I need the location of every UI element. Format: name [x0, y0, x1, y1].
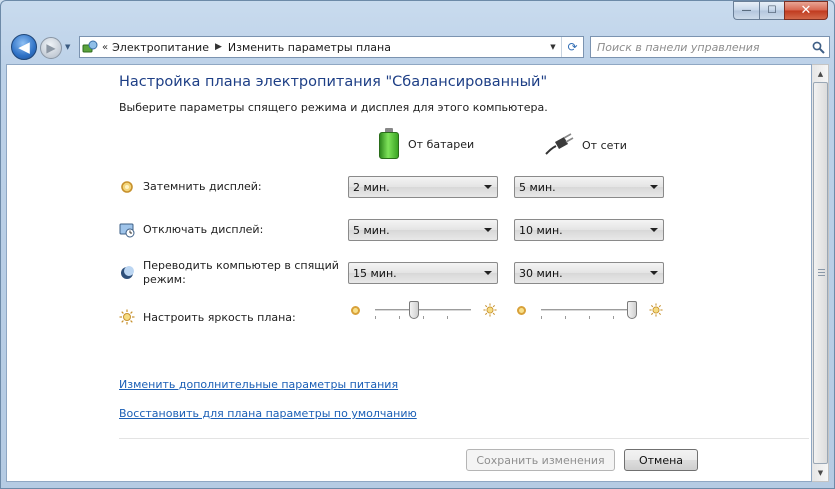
slider-track — [541, 309, 637, 312]
breadcrumb-edit-plan[interactable]: Изменить параметры плана — [228, 41, 391, 54]
battery-column-header: От батареи — [378, 128, 474, 160]
brightness-sun-icon — [119, 309, 135, 325]
scroll-down-icon[interactable]: ▼ — [813, 464, 828, 481]
footer-divider — [119, 438, 809, 439]
turn-off-display-plugged-select[interactable]: 10 мин. — [514, 219, 664, 241]
chevron-down-icon — [650, 271, 658, 275]
control-panel-icon — [80, 37, 100, 57]
plugged-column-header: От сети — [544, 132, 627, 159]
sleep-plugged-select[interactable]: 30 мин. — [514, 262, 664, 284]
scrollbar-grip — [818, 269, 825, 278]
caption-buttons: — ☐ ✕ — [733, 1, 828, 20]
chevron-down-icon — [484, 228, 492, 232]
brightness-high-icon — [483, 303, 497, 317]
sleep-label-line1: Переводить компьютер в спящий — [143, 259, 339, 272]
search-box[interactable]: Поиск в панели управления — [590, 36, 830, 58]
dim-display-battery-select[interactable]: 2 мин. — [348, 176, 498, 198]
brightness-high-icon — [649, 303, 663, 317]
restore-defaults-link[interactable]: Восстановить для плана параметры по умол… — [119, 407, 417, 420]
scroll-up-icon[interactable]: ▲ — [813, 65, 828, 82]
sleep-plugged-value: 30 мин. — [519, 266, 563, 280]
close-button[interactable]: ✕ — [784, 1, 828, 20]
battery-column-label: От батареи — [408, 137, 475, 151]
brightness-plugged-slider[interactable] — [541, 301, 637, 321]
minimize-button[interactable]: — — [733, 1, 759, 20]
brightness-plugged-thumb[interactable] — [627, 301, 637, 319]
sleep-battery-select[interactable]: 15 мин. — [348, 262, 498, 284]
scrollbar-thumb[interactable] — [813, 82, 828, 464]
turn-off-display-plugged-value: 10 мин. — [519, 223, 563, 237]
dim-display-icon — [119, 179, 135, 195]
brightness-battery-slider[interactable] — [375, 301, 471, 321]
chevron-down-icon — [484, 271, 492, 275]
search-icon[interactable] — [807, 41, 829, 54]
dim-display-label: Затемнить дисплей: — [143, 180, 262, 193]
brightness-battery-thumb[interactable] — [409, 301, 419, 319]
breadcrumb-separator-icon[interactable]: ▶ — [215, 42, 222, 52]
save-changes-button[interactable]: Сохранить изменения — [466, 449, 615, 471]
dim-display-plugged-select[interactable]: 5 мин. — [514, 176, 664, 198]
turn-off-display-icon — [119, 222, 135, 238]
address-dropdown-icon[interactable]: ▼ — [545, 37, 561, 57]
sleep-label-line2: режим: — [143, 273, 186, 286]
forward-button[interactable]: ▶ — [40, 37, 62, 59]
cancel-button[interactable]: Отмена — [624, 449, 698, 471]
sleep-label: Переводить компьютер в спящий режим: — [143, 259, 339, 287]
recent-pages-dropdown[interactable]: ▼ — [65, 43, 70, 51]
advanced-settings-link[interactable]: Изменить дополнительные параметры питани… — [119, 378, 398, 391]
page-title: Настройка плана электропитания "Сбаланси… — [119, 74, 548, 90]
chevron-down-icon — [650, 228, 658, 232]
refresh-icon[interactable]: ⟳ — [561, 37, 583, 57]
search-input[interactable]: Поиск в панели управления — [591, 41, 807, 54]
sleep-battery-value: 15 мин. — [353, 266, 397, 280]
dim-display-plugged-value: 5 мин. — [519, 180, 556, 194]
brightness-low-icon — [517, 306, 526, 315]
slider-ticks — [541, 316, 637, 319]
chevron-down-icon — [484, 185, 492, 189]
turn-off-display-battery-value: 5 мин. — [353, 223, 390, 237]
dim-display-battery-value: 2 мин. — [353, 180, 390, 194]
navigation-bar: ◀ ▶ ▼ « Электропитание ▶ Изменить параме… — [7, 31, 830, 65]
slider-track — [375, 309, 471, 312]
breadcrumb-overflow-icon[interactable]: « — [102, 42, 108, 53]
sleep-moon-icon — [119, 265, 135, 281]
slider-ticks — [375, 316, 471, 319]
breadcrumb-power-options[interactable]: Электропитание — [112, 41, 209, 54]
back-arrow-icon: ◀ — [18, 38, 30, 56]
chevron-down-icon — [650, 185, 658, 189]
turn-off-display-battery-select[interactable]: 5 мин. — [348, 219, 498, 241]
turn-off-display-label: Отключать дисплей: — [143, 223, 264, 236]
back-button[interactable]: ◀ — [11, 34, 37, 60]
plugged-column-label: От сети — [582, 139, 627, 152]
address-bar[interactable]: « Электропитание ▶ Изменить параметры пл… — [79, 36, 584, 58]
maximize-button[interactable]: ☐ — [759, 1, 784, 20]
battery-icon — [378, 128, 400, 160]
power-plug-icon — [544, 132, 574, 159]
forward-arrow-icon: ▶ — [46, 41, 56, 55]
vertical-scrollbar[interactable]: ▲ ▼ — [812, 64, 829, 482]
brightness-low-icon — [351, 306, 360, 315]
page-subtitle: Выберите параметры спящего режима и дисп… — [119, 101, 548, 114]
brightness-label: Настроить яркость плана: — [143, 311, 296, 324]
